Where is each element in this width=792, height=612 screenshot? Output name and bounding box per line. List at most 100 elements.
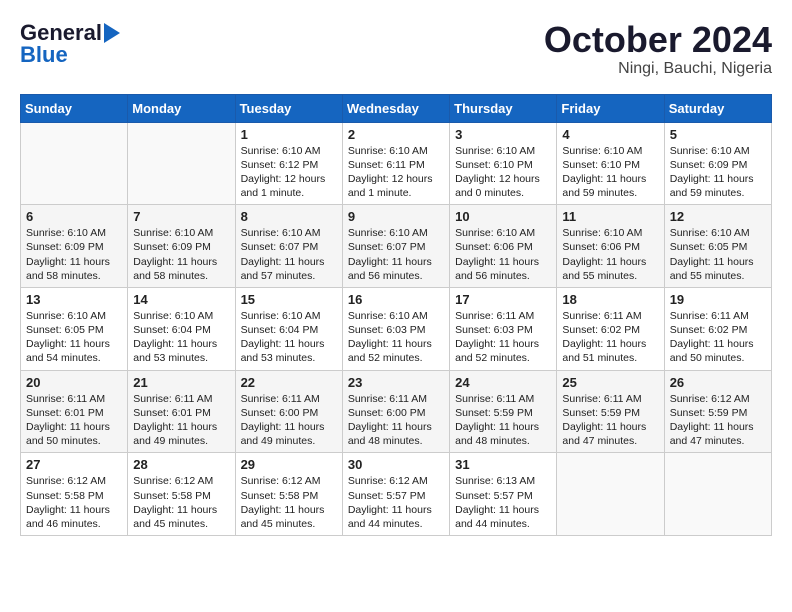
day-number: 20 [26,375,122,390]
week-row-5: 27 Sunrise: 6:12 AM Sunset: 5:58 PM Dayli… [21,453,772,536]
logo-arrow-icon [104,23,120,43]
day-content: Sunrise: 6:10 AM Sunset: 6:04 PM Dayligh… [133,309,229,366]
calendar-cell [664,453,771,536]
day-number: 15 [241,292,337,307]
day-number: 29 [241,457,337,472]
calendar-cell: 12Sunrise: 6:10 AM Sunset: 6:05 PM Dayli… [664,205,771,288]
week-row-2: 6 Sunrise: 6:10 AM Sunset: 6:09 PM Daylig… [21,205,772,288]
day-number: 10 [455,209,551,224]
day-number: 1 [241,127,337,142]
day-content: Sunrise: 6:10 AM Sunset: 6:07 PM Dayligh… [348,226,444,283]
calendar-cell: 22 Sunrise: 6:11 AM Sunset: 6:00 PM Dayli… [235,370,342,453]
weekday-header-tuesday: Tuesday [235,94,342,122]
day-content: Sunrise: 6:10 AM Sunset: 6:07 PM Dayligh… [241,226,337,283]
day-content: Sunrise: 6:10 AM Sunset: 6:06 PM Dayligh… [562,226,658,283]
day-number: 27 [26,457,122,472]
day-content: Sunrise: 6:10 AM Sunset: 6:06 PM Dayligh… [455,226,551,283]
weekday-header-saturday: Saturday [664,94,771,122]
day-content: Sunrise: 6:10 AM Sunset: 6:05 PM Dayligh… [26,309,122,366]
calendar-cell: 31 Sunrise: 6:13 AM Sunset: 5:57 PM Dayli… [450,453,557,536]
day-number: 17 [455,292,551,307]
calendar-cell: 25 Sunrise: 6:11 AM Sunset: 5:59 PM Dayli… [557,370,664,453]
week-row-1: 1Sunrise: 6:10 AM Sunset: 6:12 PM Daylig… [21,122,772,205]
day-content: Sunrise: 6:10 AM Sunset: 6:04 PM Dayligh… [241,309,337,366]
calendar-cell: 11Sunrise: 6:10 AM Sunset: 6:06 PM Dayli… [557,205,664,288]
calendar-cell: 16 Sunrise: 6:10 AM Sunset: 6:03 PM Dayli… [342,287,449,370]
day-number: 31 [455,457,551,472]
day-number: 9 [348,209,444,224]
day-number: 7 [133,209,229,224]
day-content: Sunrise: 6:11 AM Sunset: 6:00 PM Dayligh… [241,392,337,449]
calendar-cell: 9 Sunrise: 6:10 AM Sunset: 6:07 PM Daylig… [342,205,449,288]
calendar-cell: 24 Sunrise: 6:11 AM Sunset: 5:59 PM Dayli… [450,370,557,453]
day-content: Sunrise: 6:11 AM Sunset: 6:01 PM Dayligh… [26,392,122,449]
day-number: 25 [562,375,658,390]
day-content: Sunrise: 6:11 AM Sunset: 6:01 PM Dayligh… [133,392,229,449]
day-number: 22 [241,375,337,390]
calendar-cell: 8 Sunrise: 6:10 AM Sunset: 6:07 PM Daylig… [235,205,342,288]
day-content: Sunrise: 6:12 AM Sunset: 5:57 PM Dayligh… [348,474,444,531]
weekday-header-thursday: Thursday [450,94,557,122]
day-content: Sunrise: 6:10 AM Sunset: 6:10 PM Dayligh… [455,144,551,201]
calendar-cell: 30 Sunrise: 6:12 AM Sunset: 5:57 PM Dayli… [342,453,449,536]
calendar-cell: 7 Sunrise: 6:10 AM Sunset: 6:09 PM Daylig… [128,205,235,288]
calendar-cell: 28 Sunrise: 6:12 AM Sunset: 5:58 PM Dayli… [128,453,235,536]
page-header: General Blue October 2024 Ningi, Bauchi,… [20,20,772,78]
day-content: Sunrise: 6:10 AM Sunset: 6:09 PM Dayligh… [133,226,229,283]
calendar-cell [128,122,235,205]
day-content: Sunrise: 6:11 AM Sunset: 6:03 PM Dayligh… [455,309,551,366]
day-number: 16 [348,292,444,307]
calendar-table: SundayMondayTuesdayWednesdayThursdayFrid… [20,94,772,536]
calendar-cell: 5Sunrise: 6:10 AM Sunset: 6:09 PM Daylig… [664,122,771,205]
day-number: 18 [562,292,658,307]
day-number: 21 [133,375,229,390]
day-number: 8 [241,209,337,224]
day-number: 14 [133,292,229,307]
week-row-4: 20 Sunrise: 6:11 AM Sunset: 6:01 PM Dayli… [21,370,772,453]
day-number: 26 [670,375,766,390]
day-content: Sunrise: 6:11 AM Sunset: 5:59 PM Dayligh… [562,392,658,449]
day-number: 4 [562,127,658,142]
day-number: 30 [348,457,444,472]
day-content: Sunrise: 6:11 AM Sunset: 5:59 PM Dayligh… [455,392,551,449]
title-area: October 2024 Ningi, Bauchi, Nigeria [544,20,772,78]
day-number: 2 [348,127,444,142]
calendar-cell: 20 Sunrise: 6:11 AM Sunset: 6:01 PM Dayli… [21,370,128,453]
calendar-cell [21,122,128,205]
calendar-cell [557,453,664,536]
day-content: Sunrise: 6:11 AM Sunset: 6:02 PM Dayligh… [562,309,658,366]
day-number: 28 [133,457,229,472]
calendar-cell: 3 Sunrise: 6:10 AM Sunset: 6:10 PM Daylig… [450,122,557,205]
weekday-header-friday: Friday [557,94,664,122]
calendar-cell: 13 Sunrise: 6:10 AM Sunset: 6:05 PM Dayli… [21,287,128,370]
calendar-cell: 19Sunrise: 6:11 AM Sunset: 6:02 PM Dayli… [664,287,771,370]
calendar-cell: 21 Sunrise: 6:11 AM Sunset: 6:01 PM Dayli… [128,370,235,453]
day-content: Sunrise: 6:10 AM Sunset: 6:10 PM Dayligh… [562,144,658,201]
day-content: Sunrise: 6:10 AM Sunset: 6:03 PM Dayligh… [348,309,444,366]
weekday-header-row: SundayMondayTuesdayWednesdayThursdayFrid… [21,94,772,122]
day-content: Sunrise: 6:10 AM Sunset: 6:09 PM Dayligh… [26,226,122,283]
day-content: Sunrise: 6:13 AM Sunset: 5:57 PM Dayligh… [455,474,551,531]
calendar-cell: 27 Sunrise: 6:12 AM Sunset: 5:58 PM Dayli… [21,453,128,536]
day-number: 12 [670,209,766,224]
weekday-header-sunday: Sunday [21,94,128,122]
weekday-header-monday: Monday [128,94,235,122]
day-content: Sunrise: 6:12 AM Sunset: 5:58 PM Dayligh… [26,474,122,531]
calendar-cell: 10 Sunrise: 6:10 AM Sunset: 6:06 PM Dayli… [450,205,557,288]
day-content: Sunrise: 6:12 AM Sunset: 5:58 PM Dayligh… [133,474,229,531]
day-number: 23 [348,375,444,390]
day-content: Sunrise: 6:11 AM Sunset: 6:00 PM Dayligh… [348,392,444,449]
day-number: 5 [670,127,766,142]
calendar-cell: 4 Sunrise: 6:10 AM Sunset: 6:10 PM Daylig… [557,122,664,205]
day-number: 6 [26,209,122,224]
calendar-cell: 26Sunrise: 6:12 AM Sunset: 5:59 PM Dayli… [664,370,771,453]
day-number: 24 [455,375,551,390]
day-number: 3 [455,127,551,142]
logo: General Blue [20,20,120,68]
weekday-header-wednesday: Wednesday [342,94,449,122]
day-content: Sunrise: 6:11 AM Sunset: 6:02 PM Dayligh… [670,309,766,366]
day-number: 13 [26,292,122,307]
calendar-cell: 17 Sunrise: 6:11 AM Sunset: 6:03 PM Dayli… [450,287,557,370]
day-content: Sunrise: 6:12 AM Sunset: 5:58 PM Dayligh… [241,474,337,531]
calendar-cell: 14 Sunrise: 6:10 AM Sunset: 6:04 PM Dayli… [128,287,235,370]
